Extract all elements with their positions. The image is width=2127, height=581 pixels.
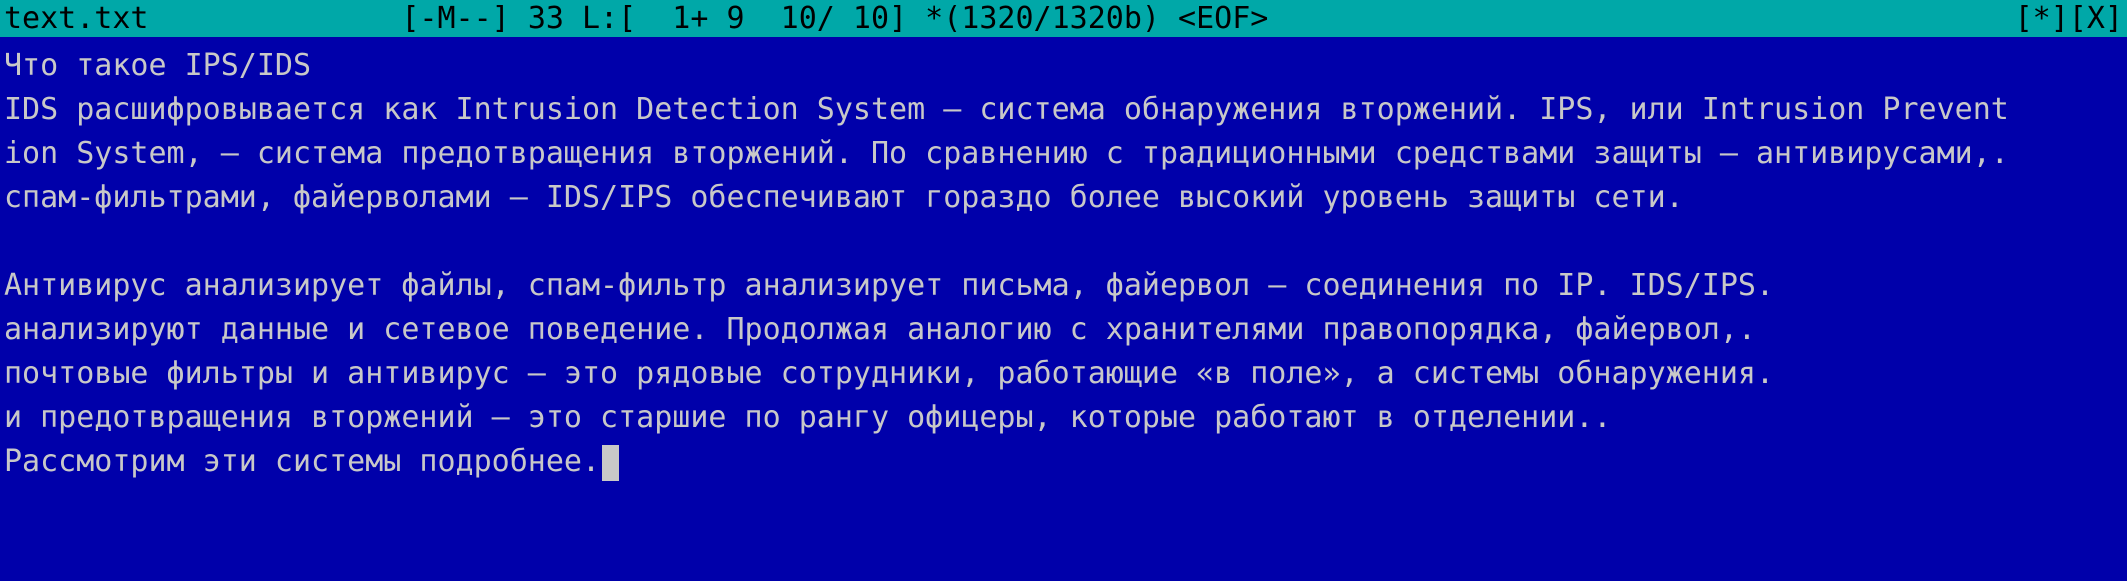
status-bar: text.txt [-M--] 33 L:[ 1+ 9 10/ 10] *(13… bbox=[0, 0, 2127, 37]
text-line-content: Рассмотрим эти системы подробнее. bbox=[4, 444, 601, 479]
text-area[interactable]: Что такое IPS/IDS IDS расшифровывается к… bbox=[4, 44, 2127, 581]
edit-mode: [-M--] bbox=[401, 1, 510, 36]
text-line: Антивирус анализирует файлы, спам-фильтр… bbox=[4, 268, 1775, 303]
char-code: 33 bbox=[527, 1, 564, 36]
line-info: L:[ 1+ 9 10/ 10] bbox=[582, 1, 908, 36]
text-line: анализируют данные и сетевое поведение. … bbox=[4, 312, 1756, 347]
text-line: ion System, — система предотвращения вто… bbox=[4, 136, 2009, 171]
filename: text.txt bbox=[4, 1, 149, 36]
text-cursor bbox=[602, 444, 620, 481]
text-line: IDS расшифровывается как Intrusion Detec… bbox=[4, 92, 2009, 127]
text-line bbox=[4, 220, 2127, 264]
window-controls[interactable]: [*][X] bbox=[2015, 0, 2123, 37]
eof-marker: <EOF> bbox=[1178, 1, 1269, 36]
text-line-last: Рассмотрим эти системы подробнее. bbox=[4, 440, 2127, 484]
text-line: почтовые фильтры и антивирус — это рядов… bbox=[4, 356, 1775, 391]
text-line: и предотвращения вторжений — это старшие… bbox=[4, 400, 1612, 435]
size-info: *(1320/1320b) bbox=[925, 1, 1160, 36]
text-line: Что такое IPS/IDS bbox=[4, 48, 312, 83]
text-editor-window: text.txt [-M--] 33 L:[ 1+ 9 10/ 10] *(13… bbox=[0, 0, 2127, 581]
text-line: спам-фильтрами, файерволами — IDS/IPS об… bbox=[4, 180, 1684, 215]
